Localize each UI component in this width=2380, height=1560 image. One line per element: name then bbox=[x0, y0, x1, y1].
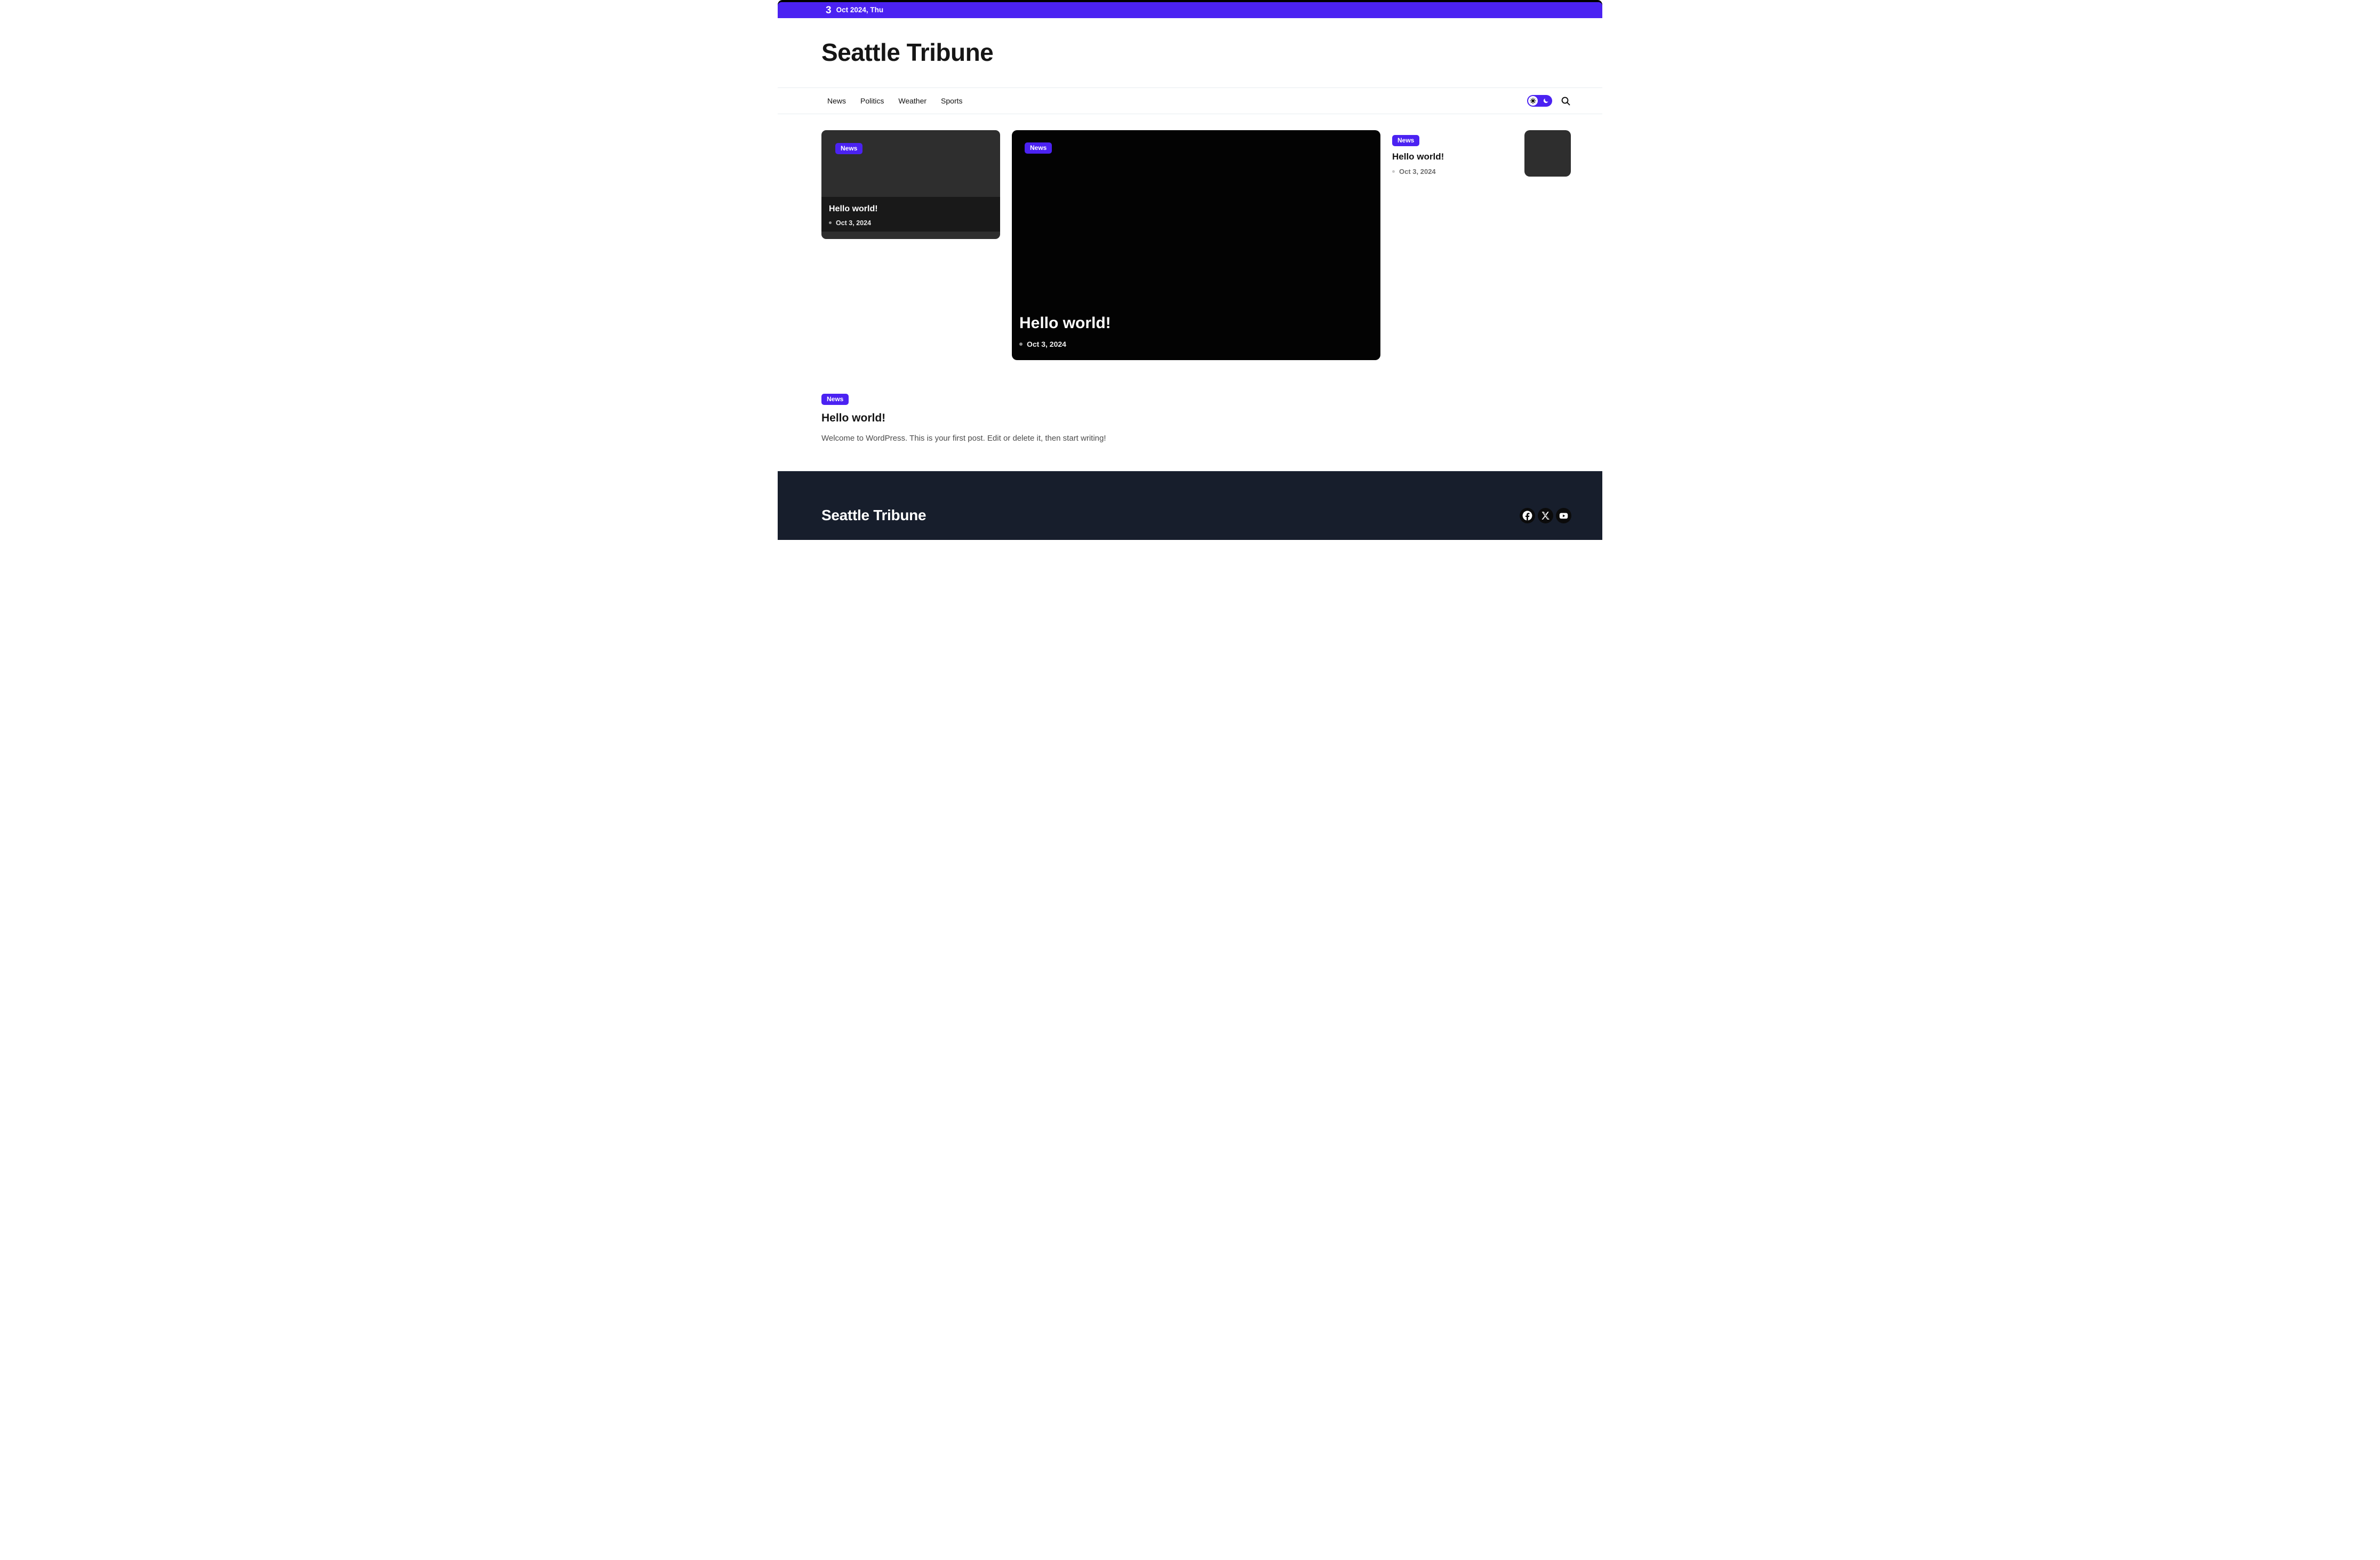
latest-post-section: News Hello world! Welcome to WordPress. … bbox=[821, 394, 1571, 443]
nav-list: News Politics Weather Sports bbox=[827, 97, 963, 105]
post-title[interactable]: Hello world! bbox=[829, 204, 993, 214]
x-icon bbox=[1538, 508, 1553, 523]
date-day: 3 bbox=[826, 5, 832, 15]
social-links bbox=[1520, 508, 1571, 523]
post-date: Oct 3, 2024 bbox=[836, 219, 871, 227]
featured-body: Hello world! Oct 3, 2024 bbox=[1019, 314, 1373, 348]
page: 3 Oct 2024, Thu Seattle Tribune News Pol… bbox=[778, 0, 1602, 540]
bullet-icon bbox=[1392, 170, 1395, 173]
post-meta: Oct 3, 2024 bbox=[1392, 168, 1511, 176]
main-nav: News Politics Weather Sports bbox=[778, 87, 1602, 114]
top-bar: 3 Oct 2024, Thu bbox=[778, 0, 1602, 18]
post-card-footer-strip bbox=[821, 232, 1000, 239]
post-date: Oct 3, 2024 bbox=[1399, 168, 1436, 176]
hero-grid: News Hello world! Oct 3, 2024 News Hel bbox=[821, 130, 1571, 360]
category-badge[interactable]: News bbox=[1392, 135, 1419, 146]
featured-badge-row: News bbox=[1025, 142, 1373, 154]
post-title[interactable]: Hello world! bbox=[1392, 152, 1511, 162]
nav-item-news[interactable]: News bbox=[827, 97, 846, 105]
nav-item-weather[interactable]: Weather bbox=[898, 97, 927, 105]
search-button[interactable] bbox=[1560, 95, 1571, 107]
post-thumbnail: News bbox=[821, 130, 1000, 197]
moon-icon bbox=[1543, 98, 1549, 104]
main-content: News Hello world! Oct 3, 2024 News Hel bbox=[778, 114, 1602, 443]
sun-icon bbox=[1528, 96, 1538, 106]
site-title[interactable]: Seattle Tribune bbox=[821, 38, 1559, 67]
post-card-small[interactable]: News Hello world! Oct 3, 2024 bbox=[821, 130, 1000, 239]
nav-item-sports[interactable]: Sports bbox=[941, 97, 962, 105]
nav-right bbox=[1527, 95, 1571, 107]
footer: Seattle Tribune bbox=[778, 471, 1602, 540]
post-title[interactable]: Hello world! bbox=[1019, 314, 1373, 333]
youtube-button[interactable] bbox=[1556, 508, 1571, 523]
x-button[interactable] bbox=[1538, 508, 1553, 523]
facebook-button[interactable] bbox=[1520, 508, 1535, 523]
date-bar: 3 Oct 2024, Thu bbox=[778, 2, 1602, 18]
post-card-featured[interactable]: News Hello world! Oct 3, 2024 bbox=[1012, 130, 1380, 360]
search-icon bbox=[1560, 95, 1571, 107]
category-badge[interactable]: News bbox=[1025, 142, 1052, 154]
post-excerpt: Welcome to WordPress. This is your first… bbox=[821, 434, 1571, 443]
post-thumbnail[interactable] bbox=[1524, 130, 1571, 177]
post-card-body: Hello world! Oct 3, 2024 bbox=[821, 197, 1000, 232]
theme-toggle[interactable] bbox=[1527, 95, 1552, 107]
bullet-icon bbox=[829, 221, 832, 224]
category-badge[interactable]: News bbox=[821, 394, 849, 405]
post-meta: Oct 3, 2024 bbox=[1019, 340, 1373, 348]
post-meta: Oct 3, 2024 bbox=[829, 219, 993, 227]
bullet-icon bbox=[1019, 343, 1023, 346]
date-text: Oct 2024, Thu bbox=[836, 6, 884, 14]
post-row-text: News Hello world! Oct 3, 2024 bbox=[1392, 130, 1511, 176]
youtube-icon bbox=[1556, 508, 1571, 523]
footer-site-title[interactable]: Seattle Tribune bbox=[821, 507, 926, 524]
post-date: Oct 3, 2024 bbox=[1027, 340, 1066, 348]
category-badge[interactable]: News bbox=[835, 143, 862, 154]
site-header: Seattle Tribune bbox=[778, 18, 1602, 87]
post-title[interactable]: Hello world! bbox=[821, 412, 1571, 425]
nav-item-politics[interactable]: Politics bbox=[860, 97, 884, 105]
post-list-item[interactable]: News Hello world! Oct 3, 2024 bbox=[1392, 130, 1571, 360]
facebook-icon bbox=[1520, 508, 1535, 523]
